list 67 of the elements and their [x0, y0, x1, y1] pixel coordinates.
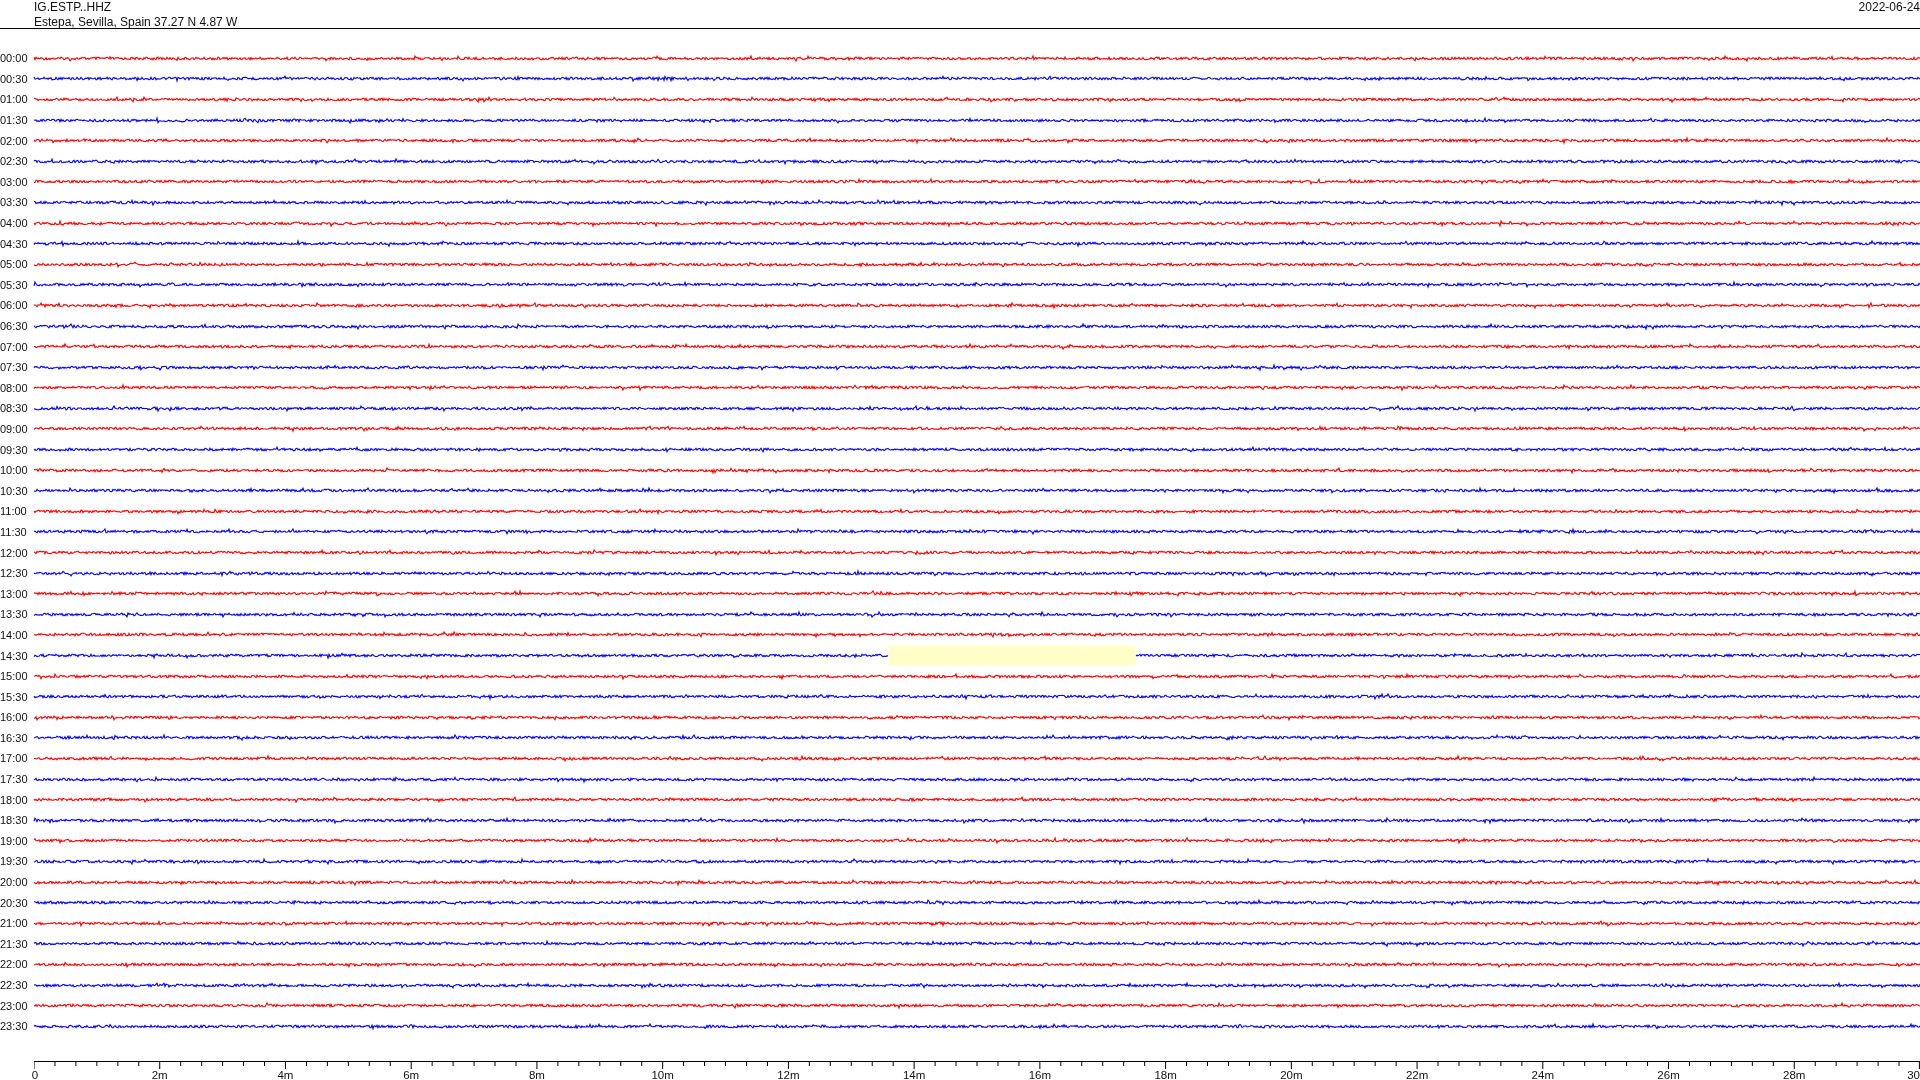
hour-label: 11:00 [0, 505, 28, 518]
hour-label: 07:30 [0, 361, 29, 374]
hour-label: 02:00 [0, 134, 29, 147]
hour-label: 06:00 [0, 299, 29, 312]
hour-label: 17:30 [0, 773, 29, 786]
axis-tick-label: 12m [777, 1068, 800, 1080]
hour-label: 21:30 [0, 937, 29, 950]
axis-tick-label: 16m [1028, 1068, 1052, 1080]
axis-tick-label: 14m [902, 1068, 926, 1080]
hour-label: 16:30 [0, 731, 29, 744]
hour-label: 02:30 [0, 155, 29, 168]
hour-label: 09:30 [0, 443, 29, 456]
hour-label: 00:00 [0, 52, 29, 65]
hour-label: 04:00 [0, 217, 29, 230]
axis-tick-label: 28m [1783, 1068, 1806, 1080]
hour-label: 18:30 [0, 814, 29, 827]
hour-label: 14:30 [0, 649, 29, 662]
axis-tick-label: 8m [528, 1068, 545, 1080]
hour-label: 09:00 [0, 423, 29, 435]
hour-label: 06:30 [0, 320, 29, 332]
hour-label: 08:30 [0, 402, 29, 415]
hour-label: 20:00 [0, 876, 29, 889]
hour-label: 17:00 [0, 752, 29, 765]
axis-tick-label: 24m [1531, 1068, 1554, 1080]
hour-label: 18:00 [0, 793, 29, 806]
axis-tick-label: 10m [651, 1068, 674, 1080]
axis-tick-label: 6m [403, 1068, 420, 1080]
hour-label: 12:00 [0, 546, 29, 559]
hour-label: 23:30 [0, 1020, 29, 1033]
hour-label: 21:00 [0, 917, 29, 930]
hour-label: 11:30 [0, 525, 28, 538]
axis-tick-label: 30 [1907, 1068, 1920, 1080]
axis-tick-label: 0 [31, 1068, 39, 1080]
hour-label: 16:00 [0, 711, 29, 724]
hour-label: 15:00 [0, 670, 29, 683]
hour-label: 19:00 [0, 834, 29, 847]
hour-label: 08:00 [0, 381, 29, 394]
axis-tick-label: 20m [1280, 1068, 1303, 1080]
hour-label: 00:30 [0, 72, 29, 85]
axis-tick-label: 4m [277, 1068, 294, 1080]
station-code: IG.ESTP..HHZ [34, 0, 113, 15]
hour-label: 04:30 [0, 237, 29, 250]
hour-label: 01:00 [0, 93, 29, 106]
hour-label: 13:00 [0, 587, 29, 600]
hour-label: 03:00 [0, 175, 29, 188]
hour-label: 13:30 [0, 608, 29, 621]
hour-label: 03:30 [0, 196, 29, 209]
hour-label: 22:30 [0, 979, 29, 991]
station-location: Estepa, Sevilla, Spain 37.27 N 4.87 W [34, 14, 238, 29]
hour-label: 20:30 [0, 896, 29, 909]
hour-label: 05:30 [0, 278, 29, 291]
hour-label: 14:00 [0, 628, 29, 641]
hour-label: 07:00 [0, 340, 29, 353]
hour-label: 22:00 [0, 958, 29, 971]
axis-tick-label: 22m [1405, 1068, 1429, 1080]
hour-label: 10:30 [0, 484, 29, 497]
hour-label: 01:30 [0, 114, 29, 127]
date-label: 2022-06-24 [1858, 0, 1920, 15]
axis-tick-label: 2m [151, 1068, 168, 1080]
axis-tick-label: 26m [1657, 1068, 1680, 1080]
hour-label: 12:30 [0, 567, 29, 580]
hour-label: 10:00 [0, 464, 29, 477]
hour-label: 05:00 [0, 258, 29, 271]
hour-label: 19:30 [0, 855, 29, 868]
hour-label: 23:00 [0, 999, 29, 1012]
axis-tick-label: 18m [1154, 1068, 1177, 1080]
hour-label: 15:30 [0, 690, 29, 703]
